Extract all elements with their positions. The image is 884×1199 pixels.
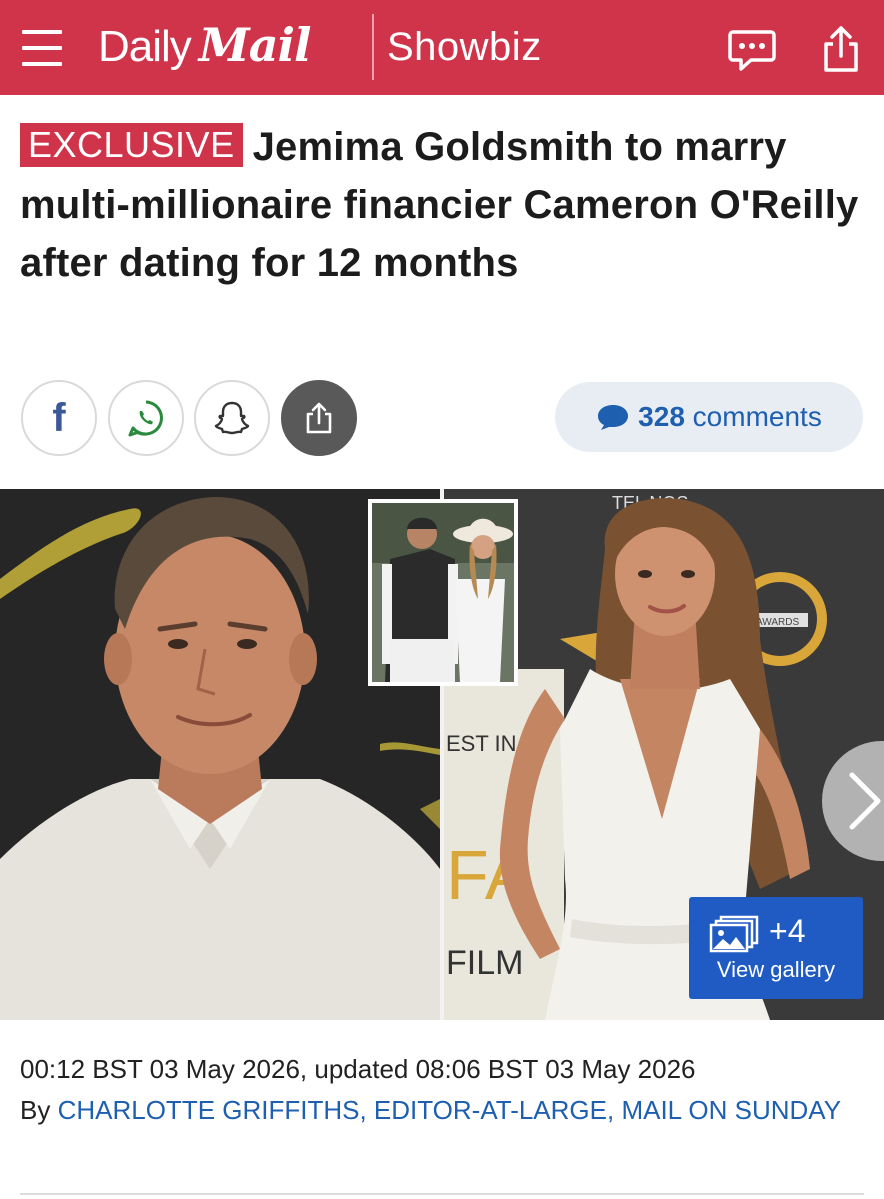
author-link[interactable]: CHARLOTTE GRIFFITHS, EDITOR-AT-LARGE, MA… xyxy=(58,1095,841,1125)
snapchat-icon xyxy=(214,401,250,435)
comments-button[interactable]: 328 comments xyxy=(555,382,863,452)
whatsapp-share-button[interactable] xyxy=(108,380,184,456)
general-share-button[interactable] xyxy=(281,380,357,456)
sign-awards: AWARDS xyxy=(756,617,799,628)
share-icon[interactable] xyxy=(816,24,866,74)
logo-mail: Mail xyxy=(198,18,312,72)
logo-daily: Daily xyxy=(98,22,192,71)
image-stack-icon xyxy=(709,915,759,953)
article-byline: By CHARLOTTE GRIFFITHS, EDITOR-AT-LARGE,… xyxy=(20,1093,860,1128)
share-icon xyxy=(306,402,332,434)
snapchat-share-button[interactable] xyxy=(194,380,270,456)
view-gallery-button[interactable]: +4 View gallery xyxy=(689,897,863,999)
header-divider xyxy=(372,14,374,80)
byline-prefix: By xyxy=(20,1095,51,1125)
whatsapp-icon xyxy=(128,400,163,437)
comments-label: comments xyxy=(692,401,822,432)
gallery-label: View gallery xyxy=(716,957,836,982)
site-logo[interactable]: Daily Mail xyxy=(98,18,312,76)
speech-bubble-icon[interactable] xyxy=(727,24,777,74)
comment-bubble-icon xyxy=(598,405,629,430)
sign-fest: EST IN xyxy=(446,731,517,756)
exclusive-badge: EXCLUSIVE xyxy=(20,123,243,167)
site-header: Daily Mail Showbiz xyxy=(0,0,884,95)
chevron-right-icon xyxy=(849,772,881,830)
facebook-icon: f xyxy=(52,395,66,440)
gallery-count: +4 xyxy=(769,913,806,949)
article-headline: EXCLUSIVE Jemima Goldsmith to marry multi… xyxy=(20,118,865,292)
comments-count: 328 xyxy=(638,401,685,432)
hero-image[interactable]: EST IN FA FILM TEL NOS AWARDS xyxy=(0,489,884,1020)
facebook-share-button[interactable]: f xyxy=(21,380,97,456)
section-name[interactable]: Showbiz xyxy=(387,25,542,70)
divider xyxy=(20,1193,864,1195)
article-timestamp: 00:12 BST 03 May 2026, updated 08:06 BST… xyxy=(20,1054,696,1084)
sign-film: FILM xyxy=(446,944,523,982)
hamburger-menu-icon[interactable] xyxy=(22,30,62,66)
